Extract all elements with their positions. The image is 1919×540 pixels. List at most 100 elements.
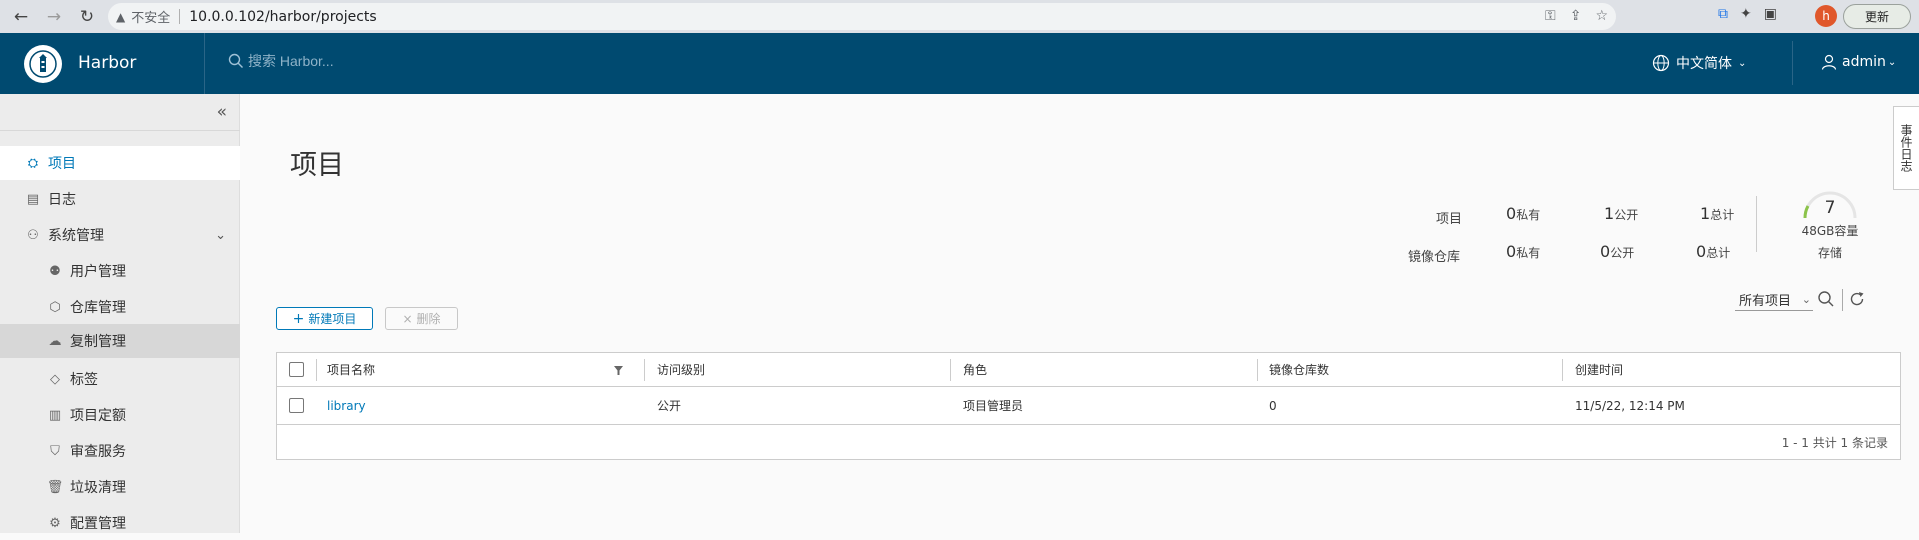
delete-button[interactable]: × 删除: [385, 307, 458, 330]
repos-private-count: 0私有: [1506, 242, 1541, 261]
projects-public-count: 1公开: [1604, 204, 1639, 223]
bookmark-star-icon[interactable]: ☆: [1595, 8, 1608, 24]
quota-storage-label: 存储: [1817, 246, 1842, 260]
new-project-label: 新建项目: [308, 312, 357, 326]
collapse-sidebar-icon[interactable]: «: [217, 102, 227, 122]
trash-icon: 🗑: [46, 479, 64, 495]
address-bar[interactable]: ▲ 不安全 10.0.0.102/harbor/projects ⚿ ⇪ ☆: [108, 3, 1616, 30]
url-text[interactable]: 10.0.0.102/harbor/projects: [189, 9, 376, 25]
col-header-repo-count[interactable]: 镜像仓库数: [1269, 353, 1329, 386]
event-log-tab[interactable]: 事件日志: [1893, 106, 1919, 190]
app-title[interactable]: Harbor: [78, 53, 136, 73]
forward-icon[interactable]: →: [42, 5, 66, 29]
chevron-down-icon[interactable]: ⌄: [215, 228, 226, 243]
harbor-logo[interactable]: [24, 45, 62, 83]
omnibox-divider: [179, 9, 181, 24]
sidebar-item-label: 系统管理: [48, 228, 104, 244]
filter-icon[interactable]: [614, 366, 623, 375]
header-divider-right: [1792, 41, 1793, 85]
chevron-down-icon: ⌄: [1801, 293, 1811, 306]
sidebar-item-label: 项目定额: [70, 408, 126, 424]
language-label: 中文简体: [1676, 56, 1732, 72]
stats-divider: [1756, 196, 1757, 252]
sidebar-item-label: 日志: [48, 192, 76, 208]
search-icon: [228, 53, 243, 68]
sidebar-item-configuration[interactable]: ⚙ 配置管理: [0, 506, 240, 540]
registry-icon: ⬡: [49, 299, 61, 315]
sidebar-item-label: 用户管理: [70, 264, 126, 280]
column-separator: [950, 359, 951, 381]
repos-public-count: 0公开: [1600, 242, 1635, 261]
row-checkbox[interactable]: [289, 387, 304, 424]
username: admin: [1842, 54, 1886, 70]
back-icon[interactable]: ←: [9, 5, 33, 29]
warning-icon: ▲: [116, 9, 126, 24]
sidebar-item-label: 标签: [70, 372, 98, 388]
key-icon[interactable]: ⚿: [1545, 8, 1556, 24]
column-separator: [1257, 359, 1258, 381]
sidebar-item-users[interactable]: ⚉ 用户管理: [0, 254, 240, 288]
shield-icon: ⛉: [50, 443, 60, 459]
sidebar-item-label: 仓库管理: [70, 300, 126, 316]
sidebar-item-projects[interactable]: ⛭ 项目: [0, 146, 240, 180]
repos-total-count: 0总计: [1696, 242, 1731, 261]
search-input[interactable]: [248, 53, 488, 69]
user-icon: [1821, 54, 1837, 70]
checkbox-box: [289, 398, 304, 413]
access-level-cell: 公开: [657, 399, 682, 413]
search-icon[interactable]: [1817, 290, 1835, 308]
delete-label: 删除: [416, 312, 441, 326]
translate-icon[interactable]: ⧉: [1718, 6, 1728, 22]
global-search: [228, 53, 488, 69]
sidepanel-icon[interactable]: ▣: [1764, 6, 1777, 22]
quota-capacity: 48GB容量: [1801, 224, 1859, 238]
col-header-name[interactable]: 项目名称: [327, 353, 375, 386]
new-project-button[interactable]: + 新建项目: [276, 307, 373, 330]
header-divider: [204, 33, 205, 94]
user-menu[interactable]: admin ⌄: [1820, 53, 1896, 71]
omnibox-actions: ⚿ ⇪ ☆: [1545, 8, 1608, 24]
toolbar-divider: [1842, 289, 1843, 311]
sidebar-item-label: 垃圾清理: [70, 480, 126, 496]
puzzle-icon[interactable]: ✦: [1740, 6, 1752, 22]
sidebar-item-gc[interactable]: 🗑 垃圾清理: [0, 470, 240, 504]
sidebar: « ⛭ 项目 ▤ 日志 ⚇ 系统管理 ⌄ ⚉ 用户管理 ⬡ 仓库管理 ☁ 复制管…: [0, 94, 240, 533]
col-header-role[interactable]: 角色: [963, 353, 987, 386]
col-header-access[interactable]: 访问级别: [657, 353, 705, 386]
share-icon[interactable]: ⇪: [1570, 8, 1582, 24]
app-header: Harbor 中文简体 ⌄ admin ⌄: [0, 33, 1919, 94]
insecure-label: 不安全: [131, 11, 171, 26]
repo-count-cell: 0: [1269, 398, 1277, 413]
refresh-icon[interactable]: [1848, 290, 1866, 308]
sidebar-item-administration[interactable]: ⚇ 系统管理 ⌄: [0, 218, 240, 252]
language-selector[interactable]: 中文简体 ⌄: [1652, 53, 1746, 73]
logs-icon: ▤: [26, 191, 40, 207]
close-icon: ×: [402, 311, 413, 326]
select-all-checkbox[interactable]: [289, 353, 304, 386]
replication-icon: ☁: [48, 333, 62, 349]
sidebar-item-logs[interactable]: ▤ 日志: [0, 182, 240, 216]
gear-icon: ⚙: [49, 515, 61, 531]
reload-icon[interactable]: ↻: [75, 5, 99, 29]
project-filter-select[interactable]: 所有项目 ⌄: [1735, 289, 1813, 311]
sidebar-item-label: 项目: [48, 156, 76, 172]
projects-total-count: 1总计: [1700, 204, 1735, 223]
sidebar-item-replications[interactable]: ☁ 复制管理: [0, 324, 240, 358]
chevron-down-icon: ⌄: [1887, 56, 1897, 68]
quota-icon: ▥: [48, 407, 62, 423]
update-button[interactable]: 更新: [1843, 4, 1911, 29]
project-name-link[interactable]: library: [327, 387, 366, 424]
tag-icon: ◇: [50, 371, 60, 387]
column-separator: [316, 359, 317, 381]
profile-avatar[interactable]: h: [1815, 5, 1837, 27]
admin-icon: ⚇: [27, 227, 39, 243]
table-header: 项目名称 访问级别 角色 镜像仓库数 创建时间: [277, 353, 1900, 387]
sidebar-item-interrogation[interactable]: ⛉ 审查服务: [0, 434, 240, 468]
sidebar-item-registries[interactable]: ⬡ 仓库管理: [0, 290, 240, 324]
checkbox-box: [289, 362, 304, 377]
projects-icon: ⛭: [27, 155, 39, 171]
col-header-created[interactable]: 创建时间: [1575, 353, 1623, 386]
sidebar-item-project-quotas[interactable]: ▥ 项目定额: [0, 398, 240, 432]
sidebar-item-labels[interactable]: ◇ 标签: [0, 362, 240, 396]
role-cell: 项目管理员: [963, 399, 1024, 413]
